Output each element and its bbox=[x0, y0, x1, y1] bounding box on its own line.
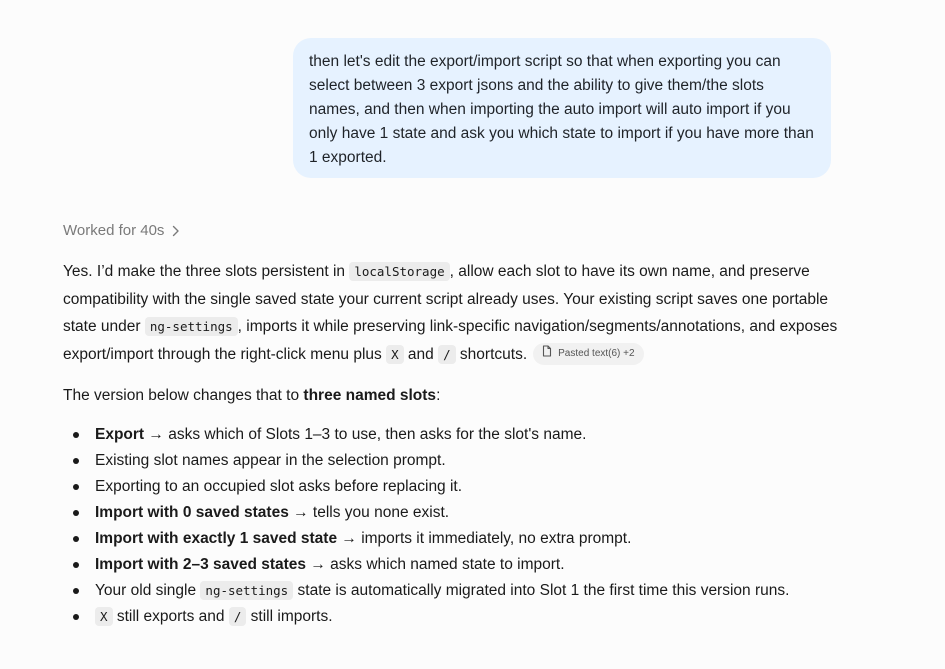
user-message-text: then let's edit the export/import script… bbox=[309, 53, 814, 166]
user-message-bubble: then let's edit the export/import script… bbox=[293, 38, 831, 178]
attachment-chip[interactable]: Pasted text(6) +2 bbox=[533, 342, 644, 365]
document-icon bbox=[542, 344, 552, 363]
text-segment: Yes. I’d make the three slots persistent… bbox=[63, 263, 350, 280]
bullet-dot bbox=[73, 562, 79, 568]
bold-text: Export bbox=[95, 426, 145, 443]
list-item: Export → asks which of Slots 1–3 to use,… bbox=[63, 422, 838, 448]
inline-code: X bbox=[386, 344, 404, 364]
inline-code: localStorage bbox=[349, 262, 450, 281]
text-segment: and bbox=[403, 345, 439, 363]
text-segment: Your old single bbox=[95, 582, 201, 599]
assistant-response: Yes. I’d make the three slots persistent… bbox=[63, 258, 838, 630]
list-item: X still exports and / still imports. bbox=[63, 604, 838, 630]
bullet-list: Export → asks which of Slots 1–3 to use,… bbox=[63, 422, 838, 630]
inline-code: / bbox=[438, 344, 456, 364]
list-item: Existing slot names appear in the select… bbox=[63, 448, 838, 474]
attachment-label: Pasted text(6) +2 bbox=[558, 347, 635, 359]
worked-for-toggle[interactable]: Worked for 40s bbox=[63, 220, 180, 242]
list-item: Import with 0 saved states → tells you n… bbox=[63, 500, 838, 526]
text-segment: → imports it immediately, no extra promp… bbox=[337, 530, 632, 547]
list-item: Import with 2–3 saved states → asks whic… bbox=[63, 552, 838, 578]
text-segment: state is automatically migrated into Slo… bbox=[293, 582, 790, 599]
bullet-dot bbox=[73, 484, 79, 490]
text-segment: Exporting to an occupied slot asks befor… bbox=[95, 478, 463, 495]
text-segment: The version below changes that to bbox=[63, 387, 304, 404]
bullet-dot bbox=[73, 536, 79, 542]
list-item: Import with exactly 1 saved state → impo… bbox=[63, 526, 838, 552]
bullet-dot bbox=[73, 614, 79, 620]
bold-text: Import with 0 saved states bbox=[95, 504, 289, 521]
list-item: Your old single ng-settings state is aut… bbox=[63, 578, 838, 604]
response-paragraph-2: The version below changes that to three … bbox=[63, 384, 838, 408]
text-segment: → tells you none exist. bbox=[288, 504, 450, 521]
text-segment: → asks which named state to import. bbox=[306, 556, 565, 573]
inline-code: ng-settings bbox=[144, 317, 238, 336]
bullet-dot bbox=[73, 432, 79, 438]
text-segment: still exports and bbox=[112, 608, 229, 625]
text-segment: still imports. bbox=[246, 608, 333, 625]
text-segment: : bbox=[436, 387, 441, 404]
list-item: Exporting to an occupied slot asks befor… bbox=[63, 474, 838, 500]
text-segment: → asks which of Slots 1–3 to use, then a… bbox=[144, 426, 587, 443]
chevron-right-icon bbox=[172, 225, 180, 237]
text-segment: Existing slot names appear in the select… bbox=[95, 452, 446, 469]
inline-code: / bbox=[228, 607, 247, 626]
bold-text: Import with 2–3 saved states bbox=[95, 556, 307, 573]
bold-text: three named slots bbox=[303, 387, 437, 404]
bullet-dot bbox=[73, 510, 79, 516]
bullet-dot bbox=[73, 458, 79, 464]
text-segment: shortcuts. bbox=[455, 345, 528, 363]
inline-code: X bbox=[95, 607, 113, 626]
worked-for-label: Worked for 40s bbox=[63, 222, 165, 239]
bullet-dot bbox=[73, 588, 79, 594]
bold-text: Import with exactly 1 saved state bbox=[95, 530, 338, 547]
response-paragraph-1: Yes. I’d make the three slots persistent… bbox=[63, 258, 838, 368]
inline-code: ng-settings bbox=[200, 581, 294, 600]
